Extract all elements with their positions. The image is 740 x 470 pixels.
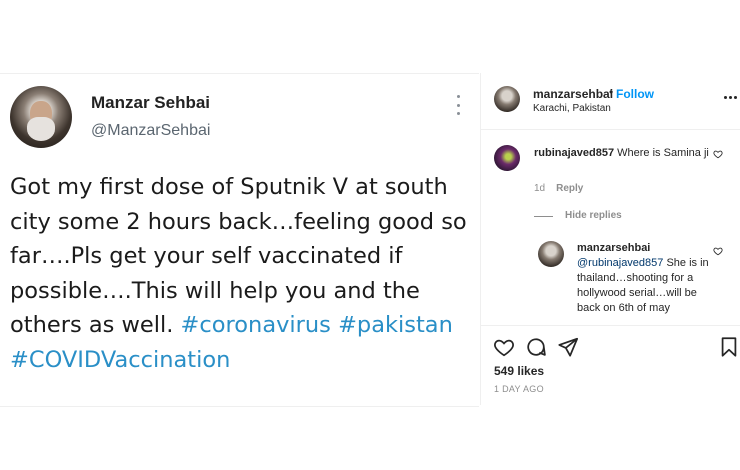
like-heart-icon[interactable] (493, 336, 515, 358)
commenter-username[interactable]: rubinajaved857 (534, 147, 614, 159)
reply-like-heart-icon[interactable] (713, 246, 723, 256)
bookmark-icon[interactable] (718, 336, 740, 358)
post-media: Manzar Sehbai @ManzarSehbai Got my first… (0, 73, 479, 407)
post-timestamp[interactable]: 1 DAY AGO (494, 384, 544, 394)
tweet-text: Got my first dose of Sputnik V at south … (10, 170, 472, 377)
comment-icon[interactable] (525, 336, 547, 358)
post-location[interactable]: Karachi, Pakistan (533, 103, 611, 114)
post-options-more-icon[interactable] (724, 96, 737, 99)
tweet-author-name: Manzar Sehbai (91, 93, 211, 112)
commenter-avatar[interactable] (494, 145, 520, 171)
post-author-avatar[interactable] (494, 86, 520, 112)
reply-button[interactable]: Reply (556, 183, 583, 194)
post-author-username[interactable]: manzarsehbai (533, 87, 613, 101)
like-count[interactable]: 549 likes (494, 364, 544, 378)
post-side-panel: manzarsehbai • Follow Karachi, Pakistan … (480, 73, 740, 405)
tweet-author-avatar (10, 86, 72, 148)
follow-button[interactable]: Follow (616, 87, 654, 101)
tweet-author-handle: @ManzarSehbai (91, 122, 211, 139)
hashtag: #coronavirus (180, 312, 331, 338)
hashtag: #COVIDVaccination (10, 346, 231, 373)
reply-author-avatar[interactable] (538, 241, 564, 267)
hashtag: #pakistan (338, 312, 453, 338)
comment-meta: 1d Reply (534, 183, 583, 194)
divider (481, 325, 740, 326)
comment-age: 1d (534, 183, 546, 194)
divider (481, 129, 740, 130)
tweet-more-icon (454, 95, 462, 115)
comment-text: rubinajaved857 Where is Samina ji (534, 146, 709, 161)
reply-mention[interactable]: @rubinajaved857 (577, 257, 663, 269)
hide-replies-line (534, 216, 553, 217)
reply-text: manzarsehbai @rubinajaved857 She is in t… (577, 241, 710, 316)
share-icon[interactable] (557, 336, 579, 358)
comment-body: Where is Samina ji (617, 147, 709, 159)
reply-author-username[interactable]: manzarsehbai (577, 242, 650, 254)
hide-replies-button[interactable]: Hide replies (565, 210, 622, 221)
comment-like-heart-icon[interactable] (713, 149, 723, 159)
post-action-bar (481, 336, 740, 358)
separator-dot: • (609, 85, 614, 99)
